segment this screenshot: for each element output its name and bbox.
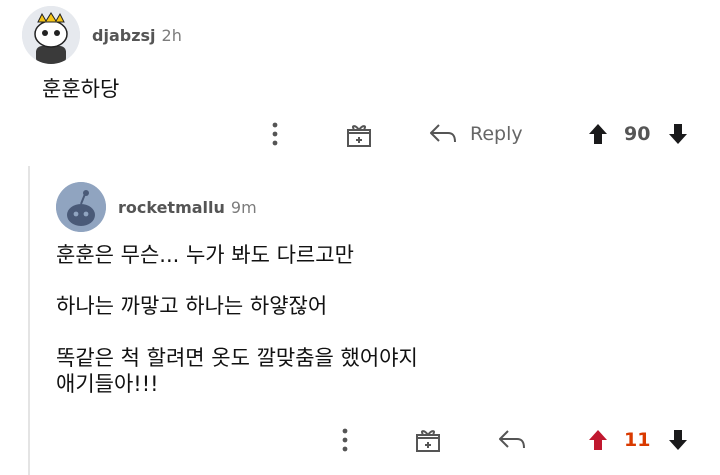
more-options-button[interactable] <box>334 426 356 454</box>
downvote-icon <box>669 124 687 144</box>
avatar[interactable] <box>22 6 80 64</box>
comment-time: 9m <box>230 198 257 217</box>
snoo-avatar-icon <box>56 182 106 232</box>
upvote-icon <box>589 124 607 144</box>
comment-body: 훈훈하당 <box>42 77 120 101</box>
comment-line: 하나는 까맣고 하나는 하얗잖어 <box>56 294 328 318</box>
downvote-icon <box>669 430 687 450</box>
award-icon <box>416 430 440 452</box>
upvote-button[interactable] <box>586 428 610 452</box>
reply-button[interactable]: Reply <box>428 118 538 150</box>
vote-score: 90 <box>624 123 651 145</box>
more-options-icon <box>272 122 278 146</box>
upvote-button[interactable] <box>586 122 610 146</box>
author-name[interactable]: rocketmallu <box>118 198 225 217</box>
comment-author[interactable]: rocketmallu 9m <box>118 198 257 217</box>
reply-button[interactable] <box>496 425 528 455</box>
reply-icon <box>430 124 456 143</box>
comment-time: 2h <box>161 26 182 45</box>
comment-line: 똑같은 척 할려면 옷도 깔맞춤을 했어야지 <box>56 346 418 370</box>
award-button[interactable] <box>413 425 443 455</box>
more-options-button[interactable] <box>264 120 286 148</box>
more-options-icon <box>342 428 348 452</box>
reply-label: Reply <box>470 123 523 145</box>
comment-line: 훈훈은 무슨... 누가 봐도 다르고만 <box>56 243 354 267</box>
author-name[interactable]: djabzsj <box>92 26 156 45</box>
comment-line: 애기들아!!! <box>56 372 159 396</box>
award-icon <box>347 125 371 147</box>
reply-icon <box>499 430 525 449</box>
downvote-button[interactable] <box>666 122 690 146</box>
upvote-icon <box>589 430 607 450</box>
comment-author[interactable]: djabzsj 2h <box>92 26 182 45</box>
downvote-button[interactable] <box>666 428 690 452</box>
vote-score: 11 <box>624 429 651 451</box>
avatar[interactable] <box>56 182 106 232</box>
thread-line[interactable] <box>28 166 30 475</box>
award-button[interactable] <box>344 120 374 150</box>
snoo-avatar-icon <box>22 6 80 64</box>
